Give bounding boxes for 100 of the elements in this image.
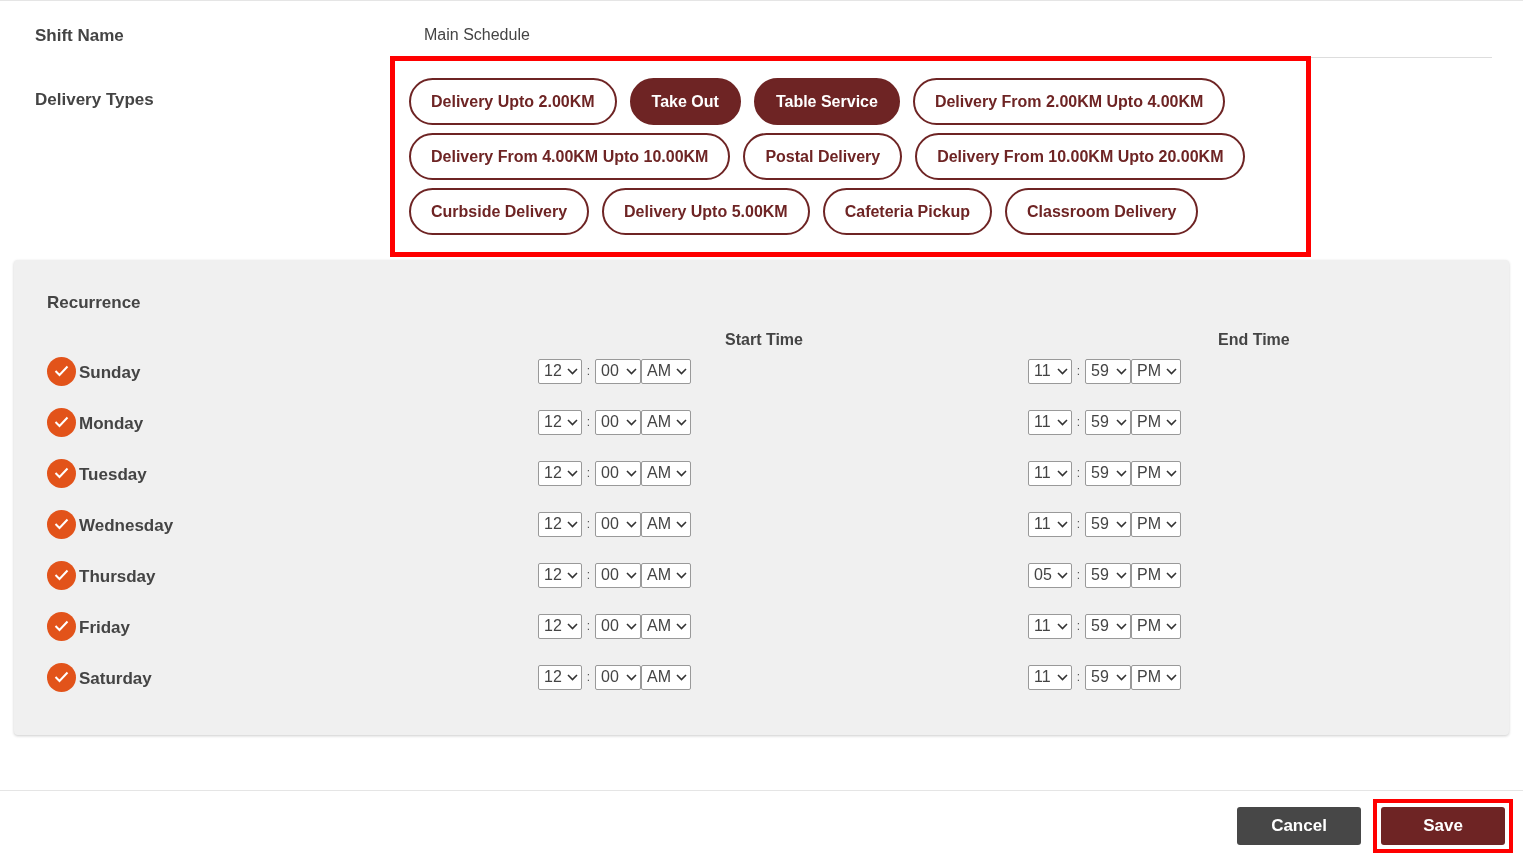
period-select[interactable]: AM [641, 358, 691, 384]
field-label: Shift Name [34, 25, 125, 47]
time-separator: : [585, 669, 592, 686]
period-select[interactable]: AM [641, 409, 691, 435]
chevron-down-icon [1116, 673, 1127, 681]
chevron-down-icon [676, 571, 687, 579]
day-checkbox[interactable] [47, 407, 76, 437]
hour-select[interactable]: 11 [1028, 358, 1072, 384]
delivery-type-chip[interactable]: Take Out [629, 78, 741, 125]
day-checkbox[interactable] [47, 560, 76, 590]
minute-select[interactable]: 59 [1085, 511, 1131, 537]
chevron-down-icon [567, 622, 578, 630]
period-select[interactable]: PM [1131, 511, 1181, 537]
day-label: Wednesday [79, 514, 174, 537]
hour-select[interactable]: 12 [538, 562, 582, 588]
minute-select[interactable]: 59 [1085, 460, 1131, 486]
chevron-down-icon [1057, 571, 1068, 579]
chevron-down-icon [567, 520, 578, 528]
day-checkbox[interactable] [47, 356, 76, 386]
minute-select[interactable]: 00 [595, 460, 641, 486]
check-icon [54, 416, 69, 428]
time-separator: : [585, 465, 592, 482]
period-select[interactable]: PM [1131, 613, 1181, 639]
day-checkbox[interactable] [47, 509, 76, 539]
chevron-down-icon [626, 571, 637, 579]
time-separator: : [585, 567, 592, 584]
period-select[interactable]: PM [1131, 358, 1181, 384]
minute-select[interactable]: 00 [595, 613, 641, 639]
minute-select[interactable]: 59 [1085, 409, 1131, 435]
minute-select[interactable]: 59 [1085, 664, 1131, 690]
shift-name-field[interactable]: Main Schedule [390, 23, 1492, 58]
check-icon [54, 467, 69, 479]
minute-select[interactable]: 00 [595, 409, 641, 435]
period-select[interactable]: AM [641, 613, 691, 639]
period-select[interactable]: PM [1131, 409, 1181, 435]
period-select[interactable]: PM [1131, 562, 1181, 588]
delivery-type-chip[interactable]: Delivery From 4.00KM Upto 10.00KM [409, 133, 731, 180]
chevron-down-icon [626, 418, 637, 426]
time-separator: : [1075, 669, 1082, 686]
chevron-down-icon [626, 622, 637, 630]
minute-select[interactable]: 00 [595, 664, 641, 690]
period-select[interactable]: AM [641, 664, 691, 690]
minute-select[interactable]: 00 [595, 511, 641, 537]
day-checkbox[interactable] [47, 611, 76, 641]
day-label: Monday [79, 412, 144, 435]
chevron-down-icon [1166, 367, 1177, 375]
delivery-type-chip[interactable]: Postal Delivery [743, 133, 903, 180]
minute-select[interactable]: 59 [1085, 358, 1131, 384]
delivery-type-chip[interactable]: Delivery Upto 5.00KM [602, 188, 810, 235]
section-title: Recurrence [47, 292, 142, 314]
chevron-down-icon [1166, 520, 1177, 528]
day-label: Thursday [79, 565, 156, 588]
time-separator: : [585, 414, 592, 431]
hour-select[interactable]: 12 [538, 613, 582, 639]
delivery-type-chip[interactable]: Delivery From 2.00KM Upto 4.00KM [912, 78, 1226, 125]
minute-select[interactable]: 59 [1085, 562, 1131, 588]
period-select[interactable]: AM [641, 511, 691, 537]
hour-select[interactable]: 11 [1028, 664, 1072, 690]
chevron-down-icon [1116, 622, 1127, 630]
period-select[interactable]: AM [641, 460, 691, 486]
period-select[interactable]: AM [641, 562, 691, 588]
chevron-down-icon [1116, 469, 1127, 477]
hour-select[interactable]: 12 [538, 664, 582, 690]
hour-select[interactable]: 12 [538, 460, 582, 486]
check-icon [54, 518, 69, 530]
field-label: Delivery Types [34, 89, 155, 111]
chevron-down-icon [676, 622, 687, 630]
delivery-type-chip[interactable]: Cafeteria Pickup [822, 188, 993, 235]
cancel-button[interactable]: Cancel [1237, 807, 1361, 845]
hour-select[interactable]: 12 [538, 511, 582, 537]
delivery-type-chip[interactable]: Delivery Upto 2.00KM [409, 78, 617, 125]
period-select[interactable]: PM [1131, 460, 1181, 486]
time-separator: : [1075, 516, 1082, 533]
chevron-down-icon [626, 673, 637, 681]
minute-select[interactable]: 00 [595, 358, 641, 384]
delivery-type-chip[interactable]: Curbside Delivery [409, 188, 590, 235]
hour-select[interactable]: 12 [538, 409, 582, 435]
minute-select[interactable]: 00 [595, 562, 641, 588]
chevron-down-icon [1166, 469, 1177, 477]
hour-select[interactable]: 12 [538, 358, 582, 384]
chevron-down-icon [1057, 673, 1068, 681]
delivery-type-chip[interactable]: Table Service [753, 78, 900, 125]
time-separator: : [585, 516, 592, 533]
day-checkbox[interactable] [47, 662, 76, 692]
period-select[interactable]: PM [1131, 664, 1181, 690]
hour-select[interactable]: 11 [1028, 409, 1072, 435]
hour-select[interactable]: 11 [1028, 511, 1072, 537]
time-separator: : [1075, 465, 1082, 482]
hour-select[interactable]: 05 [1028, 562, 1072, 588]
column-header: End Time [1218, 330, 1290, 348]
delivery-type-chip[interactable]: Classroom Delivery [1005, 188, 1199, 235]
hour-select[interactable]: 11 [1028, 460, 1072, 486]
hour-select[interactable]: 11 [1028, 613, 1072, 639]
chevron-down-icon [567, 673, 578, 681]
day-checkbox[interactable] [47, 458, 76, 488]
delivery-type-chip[interactable]: Delivery From 10.00KM Upto 20.00KM [915, 133, 1246, 180]
minute-select[interactable]: 59 [1085, 613, 1131, 639]
save-button[interactable]: Save [1381, 807, 1505, 845]
time-separator: : [1075, 414, 1082, 431]
chevron-down-icon [626, 469, 637, 477]
